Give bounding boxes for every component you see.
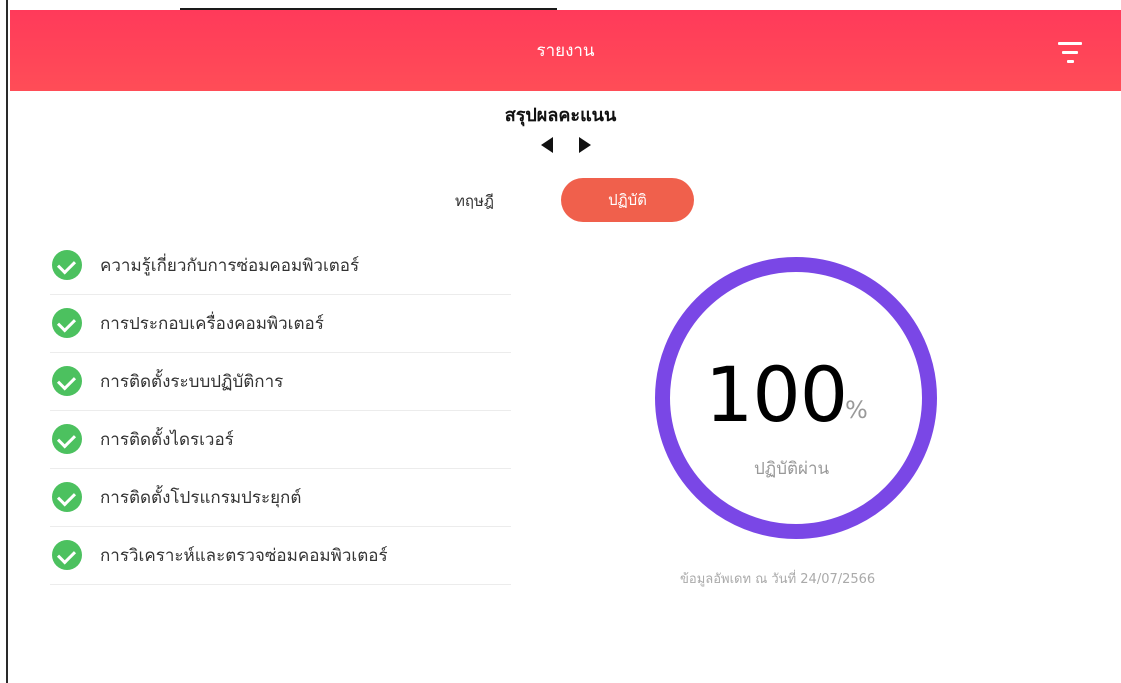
updated-timestamp: ข้อมูลอัพเดท ณ วันที่ 24/07/2566	[680, 572, 876, 587]
score-label: ปฏิบัติผ่าน	[754, 459, 830, 479]
list-item: การประกอบเครื่องคอมพิวเตอร์	[50, 295, 511, 353]
score-value: 100	[705, 350, 848, 439]
topic-label: การประกอบเครื่องคอมพิวเตอร์	[100, 314, 324, 334]
list-item: การติดตั้งระบบปฏิบัติการ	[50, 353, 511, 411]
topic-list: ความรู้เกี่ยวกับการซ่อมคอมพิวเตอร์ การปร…	[50, 237, 511, 585]
list-item: การติดตั้งไดรเวอร์	[50, 411, 511, 469]
summary-title: สรุปผลคะแนน	[504, 105, 617, 126]
check-circle-icon	[52, 250, 82, 280]
check-circle-icon	[52, 366, 82, 396]
topic-label: การวิเคราะห์และตรวจซ่อมคอมพิวเตอร์	[100, 546, 388, 566]
triangle-left-icon[interactable]	[541, 137, 553, 153]
list-item: ความรู้เกี่ยวกับการซ่อมคอมพิวเตอร์	[50, 237, 511, 295]
tab-theory[interactable]: ทฤษฎี	[455, 189, 494, 213]
list-item: การวิเคราะห์และตรวจซ่อมคอมพิวเตอร์	[50, 527, 511, 585]
check-circle-icon	[52, 540, 82, 570]
check-circle-icon	[52, 424, 82, 454]
filter-menu-icon[interactable]	[1058, 40, 1084, 64]
topic-label: ความรู้เกี่ยวกับการซ่อมคอมพิวเตอร์	[100, 256, 360, 276]
app-header: รายงาน	[10, 10, 1121, 91]
score-unit: %	[845, 396, 868, 424]
check-circle-icon	[52, 482, 82, 512]
check-circle-icon	[52, 308, 82, 338]
topic-label: การติดตั้งระบบปฏิบัติการ	[100, 372, 284, 392]
list-item: การติดตั้งโปรแกรมประยุกต์	[50, 469, 511, 527]
topic-label: การติดตั้งโปรแกรมประยุกต์	[100, 488, 302, 508]
tab-practice[interactable]: ปฏิบัติ	[561, 178, 694, 222]
topic-label: การติดตั้งไดรเวอร์	[100, 430, 234, 450]
triangle-right-icon[interactable]	[579, 137, 591, 153]
header-title: รายงาน	[536, 41, 595, 61]
